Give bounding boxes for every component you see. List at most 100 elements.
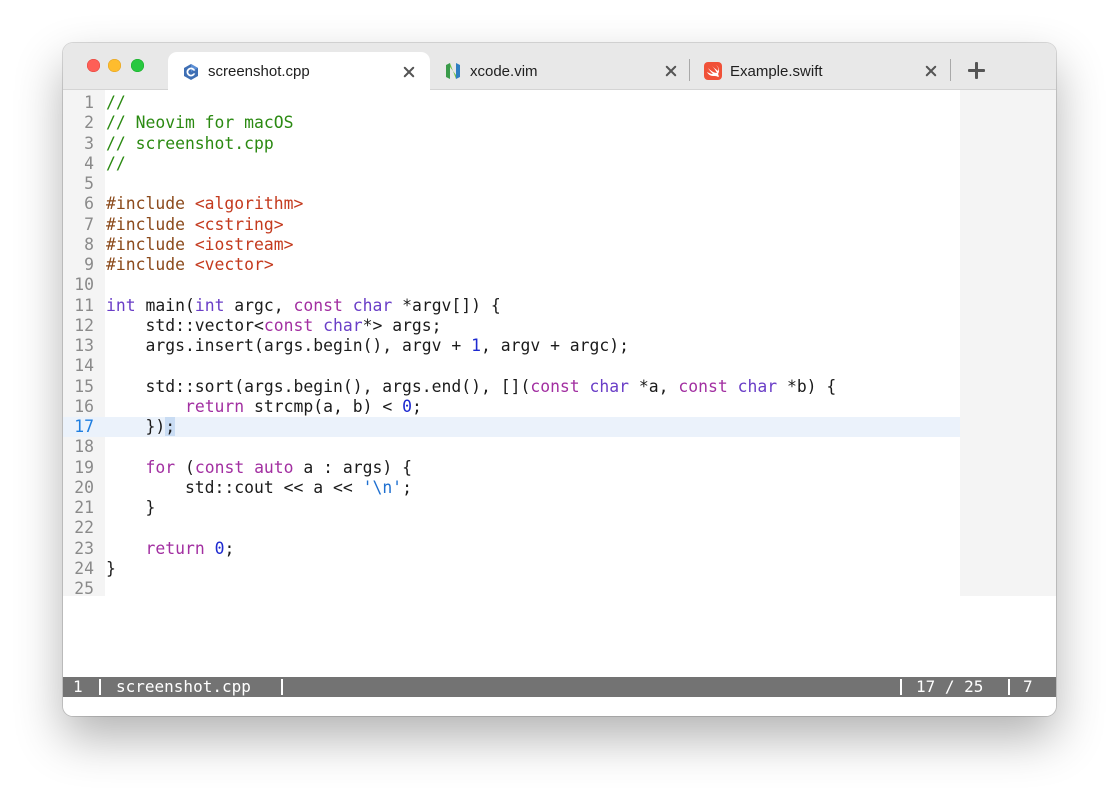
buffer-number: 1 [73,677,83,696]
close-window-button[interactable] [87,59,100,72]
line-text: return 0; [145,538,235,558]
code-line[interactable]: 12 std::vector<const char*> args; [63,316,960,336]
line-text: args.insert(args.begin(), argv + 1, argv… [106,336,630,355]
line-number: 11 [74,295,94,315]
line-text: }); [106,417,176,436]
line-number: 10 [74,275,94,295]
tab-label: xcode.vim [470,62,538,80]
line-text: } [106,558,116,578]
code-line[interactable]: 14 [63,356,960,376]
tab-close-icon[interactable] [402,65,416,79]
title-bar: screenshot.cpp xcode.vim Example.swift [63,43,1056,91]
line-number: 8 [84,234,94,254]
cursor-column: 7 [1023,677,1033,696]
line-text: // [106,153,126,173]
tab-close-icon[interactable] [924,64,938,78]
code-line[interactable]: 18 [63,437,960,457]
line-text: #include <cstring> [106,214,284,234]
line-text: #include <algorithm> [106,194,304,214]
tab-screenshot-cpp[interactable]: screenshot.cpp [168,52,430,91]
neovim-file-icon [444,62,462,80]
code-line[interactable]: 2 // Neovim for macOS [63,113,960,133]
command-line[interactable] [63,697,1056,716]
line-number: 21 [74,498,94,517]
line-number: 22 [74,518,94,538]
new-tab-plus-icon[interactable] [968,62,985,79]
line-text: for (const auto a : args) { [145,457,412,477]
cursor-position: 17 / 25 [916,677,984,696]
code-line[interactable]: 23 return 0; [63,539,960,559]
line-text: // [106,93,126,112]
line-number: 13 [74,336,94,355]
code-line[interactable]: 20 std::cout << a << '\n'; [63,478,960,498]
line-text: #include <vector> [106,255,274,274]
code-line[interactable]: 10 [63,275,960,295]
status-divider [900,679,902,695]
line-number: 7 [84,214,94,234]
code-line[interactable]: 5 [63,174,960,194]
tab-xcode-vim[interactable]: xcode.vim [430,52,692,90]
code-line[interactable]: 1 // [63,93,960,113]
line-number: 15 [74,376,94,396]
cpp-file-icon [182,63,200,81]
zoom-window-button[interactable] [131,59,144,72]
code-line[interactable]: 22 [63,518,960,538]
line-text: int main(int argc, const char *argv[]) { [106,295,501,315]
line-number: 19 [74,457,94,477]
line-number: 1 [84,93,94,112]
line-text: std::sort(args.begin(), args.end(), [](c… [106,376,837,396]
code-line[interactable]: 15 std::sort(args.begin(), args.end(), [… [63,377,960,397]
line-number: 20 [74,477,94,497]
line-text: std::vector<const char*> args; [106,315,442,335]
code-line[interactable]: 19 for (const auto a : args) { [63,458,960,478]
tab-example-swift[interactable]: Example.swift [690,52,952,90]
code-line[interactable]: 13 args.insert(args.begin(), argv + 1, a… [63,336,960,356]
code-editor[interactable]: 1 // 2 // Neovim for macOS 3 // screenshot.cp… [63,90,1056,598]
line-number: 9 [84,255,94,274]
code-line[interactable]: 9 #include <vector> [63,255,960,275]
code-line[interactable]: 8 #include <iostream> [63,235,960,255]
line-number: 14 [74,356,94,376]
line-text: // Neovim for macOS [106,113,294,133]
code-line[interactable]: 24} [63,559,960,579]
line-number: 6 [84,194,94,214]
line-text: // screenshot.cpp [106,133,274,153]
code-line[interactable]: 7 #include <cstring> [63,215,960,235]
tab-label: Example.swift [730,62,823,80]
line-number: 16 [74,396,94,416]
editor-window: screenshot.cpp xcode.vim Example.swift 1… [63,43,1056,716]
line-text: } [106,498,156,517]
line-number: 24 [74,558,94,578]
code-line[interactable]: 11 int main(int argc, const char *argv[])… [63,296,960,316]
line-number: 12 [74,315,94,335]
code-line[interactable]: 6 #include <algorithm> [63,194,960,214]
line-text: #include <iostream> [106,234,294,254]
status-divider [99,679,101,695]
swift-file-icon [704,62,722,80]
status-divider [281,679,283,695]
line-number: 3 [84,133,94,153]
tab-label: screenshot.cpp [208,63,310,80]
line-number: 4 [84,153,94,173]
tab-divider [950,59,951,81]
text-cursor: ; [165,417,176,436]
editor-margin [960,90,1056,596]
tab-close-icon[interactable] [664,64,678,78]
line-text: std::cout << a << '\n'; [106,477,412,497]
code-line[interactable]: 21 } [63,498,960,518]
line-number: 18 [74,437,94,457]
line-text: return strcmp(a, b) < 0; [184,396,422,416]
status-divider [1008,679,1010,695]
line-number: 2 [84,113,94,133]
code-line[interactable]: 4 // [63,154,960,174]
code-line[interactable]: 16 return strcmp(a, b) < 0; [63,397,960,417]
line-number: 5 [84,174,94,193]
minimize-window-button[interactable] [108,59,121,72]
line-number: 17 [74,417,94,436]
line-number: 23 [74,538,94,558]
status-filename: screenshot.cpp [116,677,251,696]
code-line[interactable]: 3 // screenshot.cpp [63,134,960,154]
empty-editor-area [63,596,1056,677]
status-line: 1 screenshot.cpp 17 / 25 7 [63,677,1056,697]
code-line[interactable]: 17 }); [63,417,960,438]
